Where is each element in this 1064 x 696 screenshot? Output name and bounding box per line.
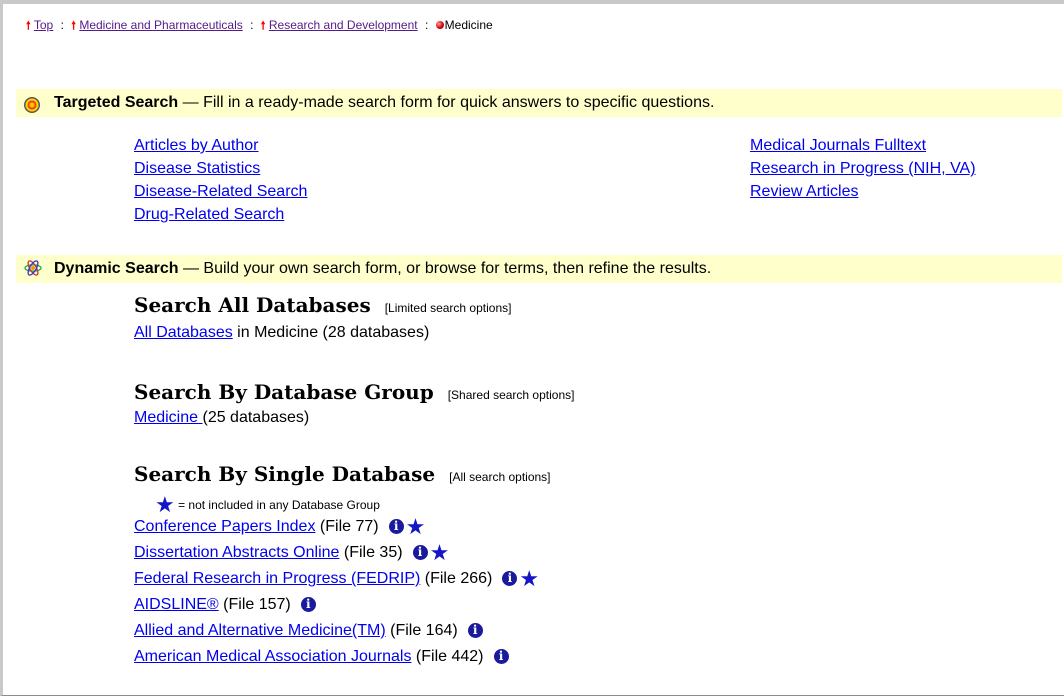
research-in-progress-link[interactable]: Research in Progress (NIH, VA) — [750, 157, 976, 180]
breadcrumb-separator: : — [60, 18, 64, 32]
breadcrumb-current: Medicine — [444, 18, 493, 32]
medical-journals-fulltext-link[interactable]: Medical Journals Fulltext — [750, 134, 976, 157]
database-file: (File 442) — [415, 648, 484, 665]
database-file: (File 77) — [319, 518, 379, 535]
dynamic-search-banner: Dynamic Search — Build your own search f… — [16, 255, 1062, 283]
disease-related-search-link[interactable]: Disease-Related Search — [134, 180, 307, 203]
info-icon[interactable]: i — [412, 545, 428, 560]
star-icon: ★ — [155, 492, 175, 517]
search-single-note: [All search options] — [449, 470, 551, 484]
target-icon — [24, 95, 40, 123]
search-all-heading: Search All Databases [Limited search opti… — [134, 293, 511, 317]
dynamic-search-description: — Build your own search form, or browse … — [182, 260, 712, 277]
database-row: Dissertation Abstracts Online (File 35) i… — [134, 542, 449, 564]
breadcrumb-top-link[interactable]: Top — [34, 18, 53, 32]
star-icon: ★ — [429, 540, 450, 565]
targeted-search-title: Targeted Search — [54, 94, 179, 111]
disease-statistics-link[interactable]: Disease Statistics — [134, 157, 307, 180]
breadcrumb-separator: : — [424, 18, 429, 32]
database-link[interactable]: Conference Papers Index — [134, 518, 315, 535]
info-icon[interactable]: i — [467, 623, 483, 638]
database-link[interactable]: Federal Research in Progress (FEDRIP) — [134, 570, 420, 587]
dynamic-search-title: Dynamic Search — [54, 260, 179, 277]
medicine-group-link[interactable]: Medicine — [134, 409, 202, 426]
search-all-note: [Limited search options] — [384, 301, 512, 315]
up-arrow-icon: 🠕 — [26, 20, 31, 32]
breadcrumb-research-development-link[interactable]: Research and Development — [269, 18, 418, 32]
search-group-note: [Shared search options] — [447, 388, 575, 402]
breadcrumb-medicine-pharma-link[interactable]: Medicine and Pharmaceuticals — [79, 18, 242, 32]
star-icon: ★ — [519, 566, 540, 591]
search-group-heading: Search By Database Group [Shared search o… — [134, 380, 574, 404]
database-file: (File 35) — [343, 544, 403, 561]
database-file: (File 164) — [390, 622, 458, 639]
search-all-line: All Databases in Medicine (28 databases) — [134, 324, 429, 342]
info-icon[interactable]: i — [388, 519, 404, 534]
database-file: (File 266) — [424, 570, 493, 587]
targeted-search-banner: Targeted Search — Fill in a ready-made s… — [16, 89, 1062, 117]
all-databases-count: in Medicine (28 databases) — [232, 324, 430, 341]
medicine-group-count: (25 databases) — [202, 409, 310, 426]
star-legend: ★ = not included in any Database Group — [155, 494, 380, 516]
targeted-links-right: Medical Journals Fulltext Research in Pr… — [750, 134, 976, 203]
all-databases-link[interactable]: All Databases — [134, 324, 233, 341]
database-link[interactable]: AIDSLINE® — [134, 596, 219, 613]
search-group-line: Medicine (25 databases) — [134, 409, 309, 427]
current-bullet-icon — [435, 21, 444, 29]
search-single-heading: Search By Single Database [All search opt… — [134, 462, 551, 486]
articles-by-author-link[interactable]: Articles by Author — [134, 134, 307, 157]
targeted-search-description: — Fill in a ready-made search form for q… — [182, 94, 715, 111]
database-link[interactable]: American Medical Association Journals — [134, 648, 411, 665]
database-row: American Medical Association Journals (F… — [134, 648, 509, 666]
database-file: (File 157) — [223, 596, 291, 613]
atom-icon — [24, 259, 42, 287]
database-row: Allied and Alternative Medicine(TM) (Fil… — [134, 622, 483, 640]
info-icon[interactable]: i — [493, 649, 509, 664]
database-row: Conference Papers Index (File 77) i ★ — [134, 516, 425, 538]
info-icon[interactable]: i — [502, 571, 518, 586]
review-articles-link[interactable]: Review Articles — [750, 180, 976, 203]
dynamic-search-heading: Dynamic Search — Build your own search f… — [54, 255, 711, 283]
database-row: Federal Research in Progress (FEDRIP) (F… — [134, 568, 539, 590]
drug-related-search-link[interactable]: Drug-Related Search — [134, 203, 307, 226]
database-link[interactable]: Dissertation Abstracts Online — [134, 544, 339, 561]
star-icon: ★ — [405, 514, 426, 539]
info-icon[interactable]: i — [300, 597, 316, 612]
search-single-title: Search By Single Database — [134, 462, 436, 486]
database-link[interactable]: Allied and Alternative Medicine(TM) — [134, 622, 386, 639]
up-arrow-icon: 🠕 — [71, 20, 76, 32]
up-arrow-icon: 🠕 — [260, 20, 266, 32]
database-row: AIDSLINE® (File 157) i — [134, 596, 316, 614]
star-legend-text: = not included in any Database Group — [178, 498, 380, 512]
search-group-title: Search By Database Group — [134, 380, 434, 404]
targeted-links-left: Articles by Author Disease Statistics Di… — [134, 134, 307, 226]
breadcrumb-separator: : — [250, 18, 254, 32]
search-all-title: Search All Databases — [134, 293, 371, 317]
targeted-search-heading: Targeted Search — Fill in a ready-made s… — [54, 89, 714, 117]
breadcrumb: 🠕 Top : 🠕 Medicine and Pharmaceuticals :… — [26, 17, 493, 36]
